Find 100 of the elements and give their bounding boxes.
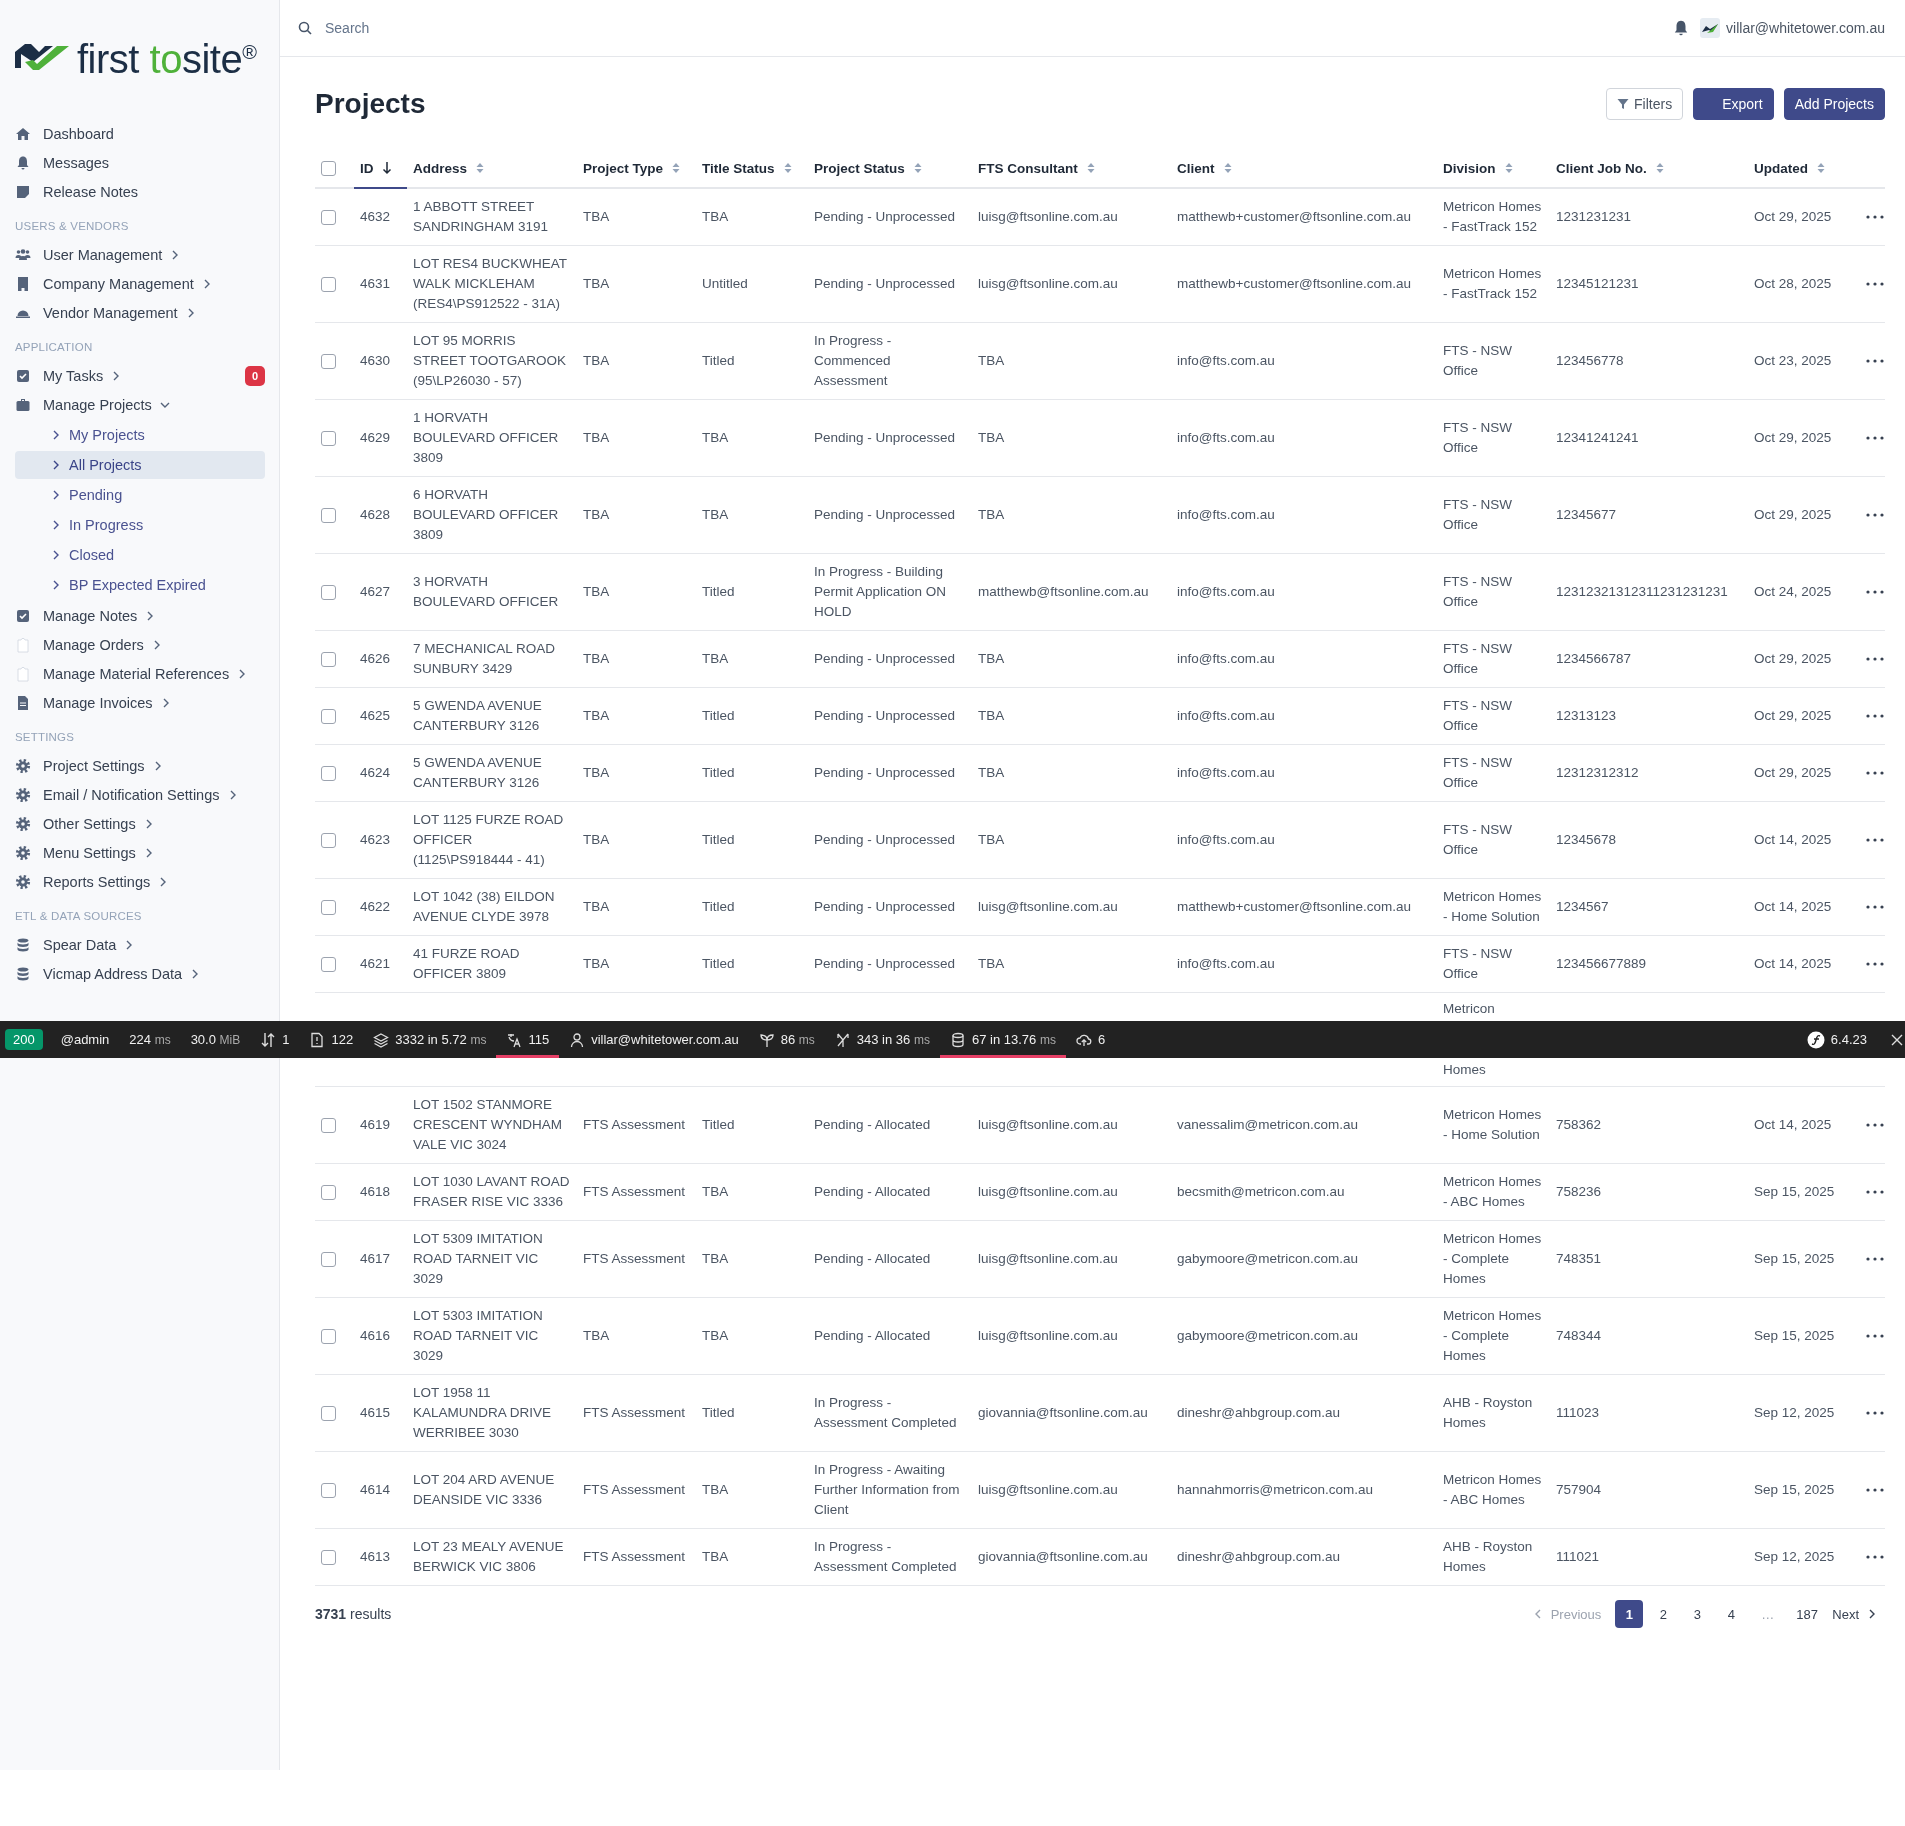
page-button[interactable]: 1 (1615, 1600, 1644, 1628)
more-icon[interactable] (1866, 771, 1884, 775)
row-checkbox[interactable] (321, 899, 336, 915)
sort-icon[interactable] (912, 161, 923, 175)
more-icon[interactable] (1866, 1488, 1884, 1492)
column-header[interactable]: Project Status (814, 160, 905, 176)
row-checkbox[interactable] (321, 832, 336, 848)
more-icon[interactable] (1866, 1334, 1884, 1338)
column-header[interactable]: Client (1177, 160, 1215, 176)
more-icon[interactable] (1866, 657, 1884, 661)
row-checkbox[interactable] (321, 651, 336, 667)
toolbar-metric[interactable]: villar@whitetower.com.au (591, 1032, 739, 1047)
action-button[interactable]: Add Projects (1783, 88, 1885, 120)
more-icon[interactable] (1866, 215, 1884, 219)
submenu-item[interactable]: Pending (15, 481, 265, 510)
page-button[interactable]: 2 (1649, 1600, 1678, 1628)
toolbar-metric[interactable]: 1 (282, 1032, 290, 1047)
row-checkbox[interactable] (321, 1251, 336, 1267)
column-header[interactable]: FTS Consultant (978, 160, 1078, 176)
column-header[interactable]: ID (360, 160, 374, 176)
table-row[interactable]: 4615 LOT 1958 11 KALAMUNDRA DRIVE WERRIBEE 3030 FTS Assessment Titled In Progress - Assessment Completed giovannia@ftsonline.com.au dineshr@ahbgroup.com.au AHB - Royston Homes 111023 Sep 12, 2025 (315, 1374, 1885, 1452)
more-icon[interactable] (1866, 838, 1884, 842)
submenu-item[interactable]: Closed (15, 541, 265, 570)
toolbar-metric[interactable]: 122 (331, 1032, 354, 1047)
more-icon[interactable] (1866, 282, 1884, 286)
avatar-icon[interactable] (1700, 18, 1721, 38)
toolbar-metric[interactable]: @admin (60, 1032, 110, 1047)
sort-icon[interactable] (671, 161, 682, 175)
sidebar-item[interactable]: Manage Material References (15, 659, 248, 689)
next-page-link[interactable]: Next (1824, 1602, 1885, 1626)
row-checkbox[interactable] (321, 430, 336, 446)
table-row[interactable]: 4626 7 MECHANICAL ROAD SUNBURY 3429 TBA TBA Pending - Unprocessed TBA info@fts.com.au FTS - NSW Office 1234566787 Oct 29, 2025 (315, 630, 1885, 688)
sidebar-item[interactable]: Project Settings (15, 751, 163, 781)
sidebar-item[interactable]: Manage Projects (15, 390, 170, 420)
more-icon[interactable] (1866, 590, 1884, 594)
row-checkbox[interactable] (321, 584, 336, 600)
more-icon[interactable] (1866, 1190, 1884, 1194)
sort-icon[interactable] (1222, 161, 1233, 175)
close-icon[interactable] (1891, 1033, 1903, 1046)
sidebar-item[interactable]: Messages (15, 148, 110, 178)
sidebar-item[interactable]: My Tasks (15, 361, 122, 391)
page-button[interactable]: 3 (1683, 1600, 1712, 1628)
sidebar-item[interactable]: User Management (15, 240, 181, 270)
page-button[interactable]: 4 (1717, 1600, 1746, 1628)
row-checkbox[interactable] (321, 1405, 336, 1421)
more-icon[interactable] (1866, 436, 1884, 440)
sort-icon[interactable] (1503, 161, 1514, 175)
user-email[interactable]: villar@whitetower.com.au (1726, 20, 1885, 36)
row-checkbox[interactable] (321, 1482, 336, 1498)
sort-icon[interactable] (1654, 161, 1665, 175)
sidebar-item[interactable]: Menu Settings (15, 838, 154, 868)
table-row[interactable]: 4624 5 GWENDA AVENUE CANTERBURY 3126 TBA Titled Pending - Unprocessed TBA info@fts.com.au FTS - NSW Office 12312312312 Oct 29, 2025 (315, 744, 1885, 802)
table-row[interactable]: 4627 3 HORVATH BOULEVARD OFFICER TBA Titled In Progress - Building Permit Application ON HOLD matthewb@ftsonline.com.au info@fts.com.au FTS - NSW Office 12312321312311231231231 Oct 24, 2025 (315, 553, 1885, 631)
table-row[interactable]: 4623 LOT 1125 FURZE ROAD OFFICER (1125\PS918444 - 41) TBA Titled Pending - Unprocessed TBA info@fts.com.au FTS - NSW Office 12345678 Oct 14, 2025 (315, 801, 1885, 879)
row-checkbox[interactable] (321, 507, 336, 523)
toolbar-metric[interactable]: 86 ms (780, 1032, 815, 1047)
column-header[interactable]: Project Type (583, 160, 664, 176)
filters-button[interactable]: Filters (1606, 88, 1684, 120)
column-header[interactable]: Division (1443, 160, 1496, 176)
more-icon[interactable] (1866, 513, 1884, 517)
sort-icon[interactable] (1816, 161, 1826, 175)
row-checkbox[interactable] (321, 1184, 336, 1200)
more-icon[interactable] (1866, 1257, 1884, 1261)
page-button[interactable]: 187 (1790, 1600, 1819, 1628)
sidebar-item[interactable]: Company Management (15, 269, 212, 299)
sort-descending-icon[interactable] (381, 161, 392, 175)
column-header[interactable]: Title Status (702, 160, 775, 176)
toolbar-metric[interactable]: 67 in 13.76 ms (971, 1032, 1056, 1047)
sidebar-item[interactable]: Reports Settings (15, 867, 169, 897)
toolbar-metric[interactable]: 3332 in 5.72 ms (395, 1032, 487, 1047)
table-row[interactable]: 4616 LOT 5303 IMITATION ROAD TARNEIT VIC 3029 TBA TBA Pending - Allocated luisg@ftsonline.com.au gabymoore@metricon.com.au Metricon Homes - Complete Homes 748344 Sep 15, 2025 (315, 1297, 1885, 1375)
search-field[interactable]: Search (323, 19, 627, 37)
more-icon[interactable] (1866, 1411, 1884, 1415)
toolbar-metric[interactable]: 224 ms (129, 1032, 171, 1047)
select-all-checkbox[interactable] (321, 160, 336, 176)
row-checkbox[interactable] (321, 1117, 336, 1133)
row-checkbox[interactable] (321, 1328, 336, 1344)
table-row[interactable]: 4621 41 FURZE ROAD OFFICER 3809 TBA Titled Pending - Unprocessed TBA info@fts.com.au FTS - NSW Office 123456677889 Oct 14, 2025 (315, 935, 1885, 993)
more-icon[interactable] (1866, 359, 1884, 363)
table-row[interactable]: 4632 1 ABBOTT STREET SANDRINGHAM 3191 TBA TBA Pending - Unprocessed luisg@ftsonline.com.au matthewb+customer@ftsonline.com.au Metricon Homes - FastTrack 152 1231231231 Oct 29, 2025 (315, 188, 1885, 246)
sort-icon[interactable] (1085, 161, 1096, 175)
submenu-item[interactable]: In Progress (15, 511, 265, 540)
toolbar-metric[interactable]: 30.0 MiB (190, 1032, 241, 1047)
column-header[interactable]: Client Job No. (1556, 160, 1647, 176)
table-row[interactable]: 4628 6 HORVATH BOULEVARD OFFICER 3809 TBA TBA Pending - Unprocessed TBA info@fts.com.au FTS - NSW Office 12345677 Oct 29, 2025 (315, 476, 1885, 554)
action-button[interactable]: Export (1693, 88, 1774, 120)
sidebar-item[interactable]: Vendor Management (15, 298, 196, 328)
column-header[interactable]: Address (413, 160, 468, 176)
sidebar-item[interactable]: Dashboard (15, 119, 114, 149)
sidebar-item[interactable]: Spear Data (15, 930, 135, 960)
table-row[interactable]: 4617 LOT 5309 IMITATION ROAD TARNEIT VIC 3029 FTS Assessment TBA Pending - Allocated luisg@ftsonline.com.au gabymoore@metricon.com.au Metricon Homes - Complete Homes 748351 Sep 15, 2025 (315, 1220, 1885, 1298)
sidebar-item[interactable]: Release Notes (15, 177, 139, 207)
table-row[interactable]: 4613 LOT 23 MEALY AVENUE BERWICK VIC 3806 FTS Assessment TBA In Progress - Assessment Completed giovannia@ftsonline.com.au dineshr@ahbgroup.com.au AHB - Royston Homes 111021 Sep 12, 2025 (315, 1528, 1885, 1586)
submenu-item[interactable]: My Projects (15, 421, 265, 450)
row-checkbox[interactable] (321, 765, 336, 781)
row-checkbox[interactable] (321, 353, 336, 369)
sidebar-item[interactable]: Manage Orders (15, 630, 162, 660)
more-icon[interactable] (1866, 905, 1884, 909)
sidebar-item[interactable]: Manage Invoices (15, 688, 171, 718)
table-row[interactable]: 4619 LOT 1502 STANMORE CRESCENT WYNDHAM VALE VIC 3024 FTS Assessment Titled Pending - Allocated luisg@ftsonline.com.au vanessalim@metricon.com.au Metricon Homes - Home Solution 758362 Oct 14, 2025 (315, 1086, 1885, 1164)
